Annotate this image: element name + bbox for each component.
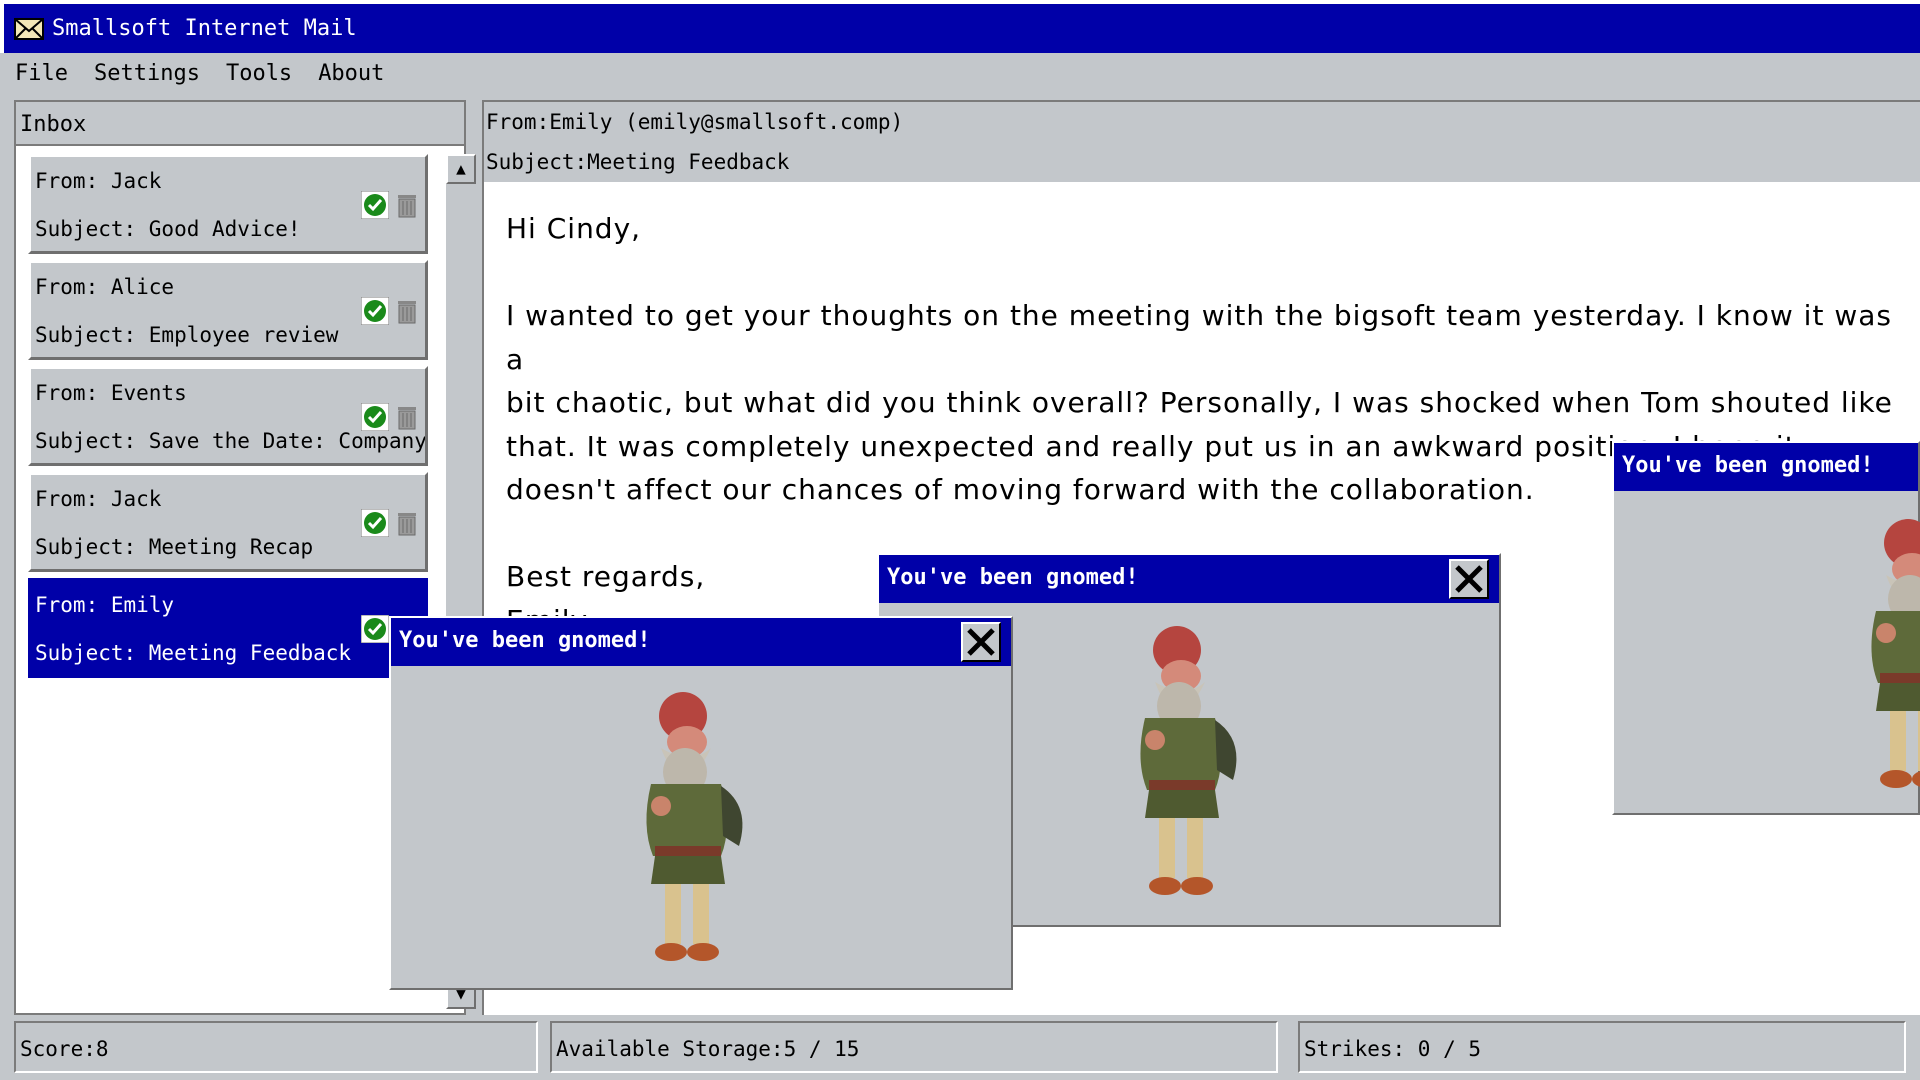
- trash-icon[interactable]: [393, 403, 421, 431]
- list-item[interactable]: From: Alice Subject: Employee review: [28, 260, 428, 360]
- menu-bar: File Settings Tools About: [0, 53, 1920, 93]
- message-greeting: Hi Cindy,: [506, 212, 642, 245]
- mail-subject: Subject: Save the Date: Company..: [35, 429, 425, 453]
- popup-title: You've been gnomed!: [879, 555, 1499, 603]
- scroll-up-icon[interactable]: ▲: [446, 154, 476, 184]
- title-bar: Smallsoft Internet Mail: [0, 0, 1920, 53]
- list-item-selected[interactable]: From: Emily Subject: Meeting Feedback: [28, 578, 428, 678]
- gnome-popup: You've been gnomed!: [1612, 441, 1920, 815]
- status-bar: Score:8 Available Storage:5 / 15 Strikes…: [0, 1015, 1920, 1080]
- gnome-image: [621, 686, 761, 976]
- mail-subject: Subject: Employee review: [35, 323, 339, 347]
- trash-icon[interactable]: [393, 297, 421, 325]
- inbox-header: Inbox: [16, 102, 464, 146]
- mail-subject: Subject: Good Advice!: [35, 217, 301, 241]
- score-display: Score:8: [14, 1021, 538, 1073]
- menu-about[interactable]: About: [318, 61, 384, 86]
- menu-settings[interactable]: Settings: [94, 61, 200, 86]
- mail-subject: Subject: Meeting Feedback: [35, 641, 352, 665]
- mail-subject: Subject: Meeting Recap: [35, 535, 314, 559]
- mail-list: From: Jack Subject: Good Advice! From: A…: [28, 154, 428, 684]
- menu-tools[interactable]: Tools: [226, 61, 292, 86]
- popup-title-text: You've been gnomed!: [399, 628, 651, 653]
- gnome-popup: You've been gnomed!: [389, 616, 1013, 990]
- popup-title: You've been gnomed!: [1614, 443, 1918, 491]
- menu-file[interactable]: File: [15, 61, 68, 86]
- storage-display: Available Storage:5 / 15: [550, 1021, 1278, 1073]
- gnome-image: [1846, 513, 1920, 803]
- message-from: From:Emily (emily@smallsoft.comp): [486, 110, 904, 134]
- check-icon[interactable]: [361, 191, 389, 219]
- list-item[interactable]: From: Events Subject: Save the Date: Com…: [28, 366, 428, 466]
- trash-icon[interactable]: [393, 191, 421, 219]
- popup-title-text: You've been gnomed!: [887, 565, 1139, 590]
- list-item[interactable]: From: Jack Subject: Meeting Recap: [28, 472, 428, 572]
- message-header: From:Emily (emily@smallsoft.comp) Subjec…: [484, 102, 1920, 182]
- check-icon[interactable]: [361, 403, 389, 431]
- envelope-icon: [14, 17, 44, 40]
- window-title: Smallsoft Internet Mail: [52, 16, 357, 41]
- list-item[interactable]: From: Jack Subject: Good Advice!: [28, 154, 428, 254]
- close-button[interactable]: [961, 622, 1001, 662]
- trash-icon[interactable]: [393, 509, 421, 537]
- close-icon: [967, 628, 995, 656]
- popup-title: You've been gnomed!: [391, 618, 1011, 666]
- gnome-image: [1115, 620, 1255, 910]
- check-icon[interactable]: [361, 297, 389, 325]
- message-subject: Subject:Meeting Feedback: [486, 150, 790, 174]
- strikes-display: Strikes: 0 / 5: [1298, 1021, 1906, 1073]
- close-icon: [1455, 565, 1483, 593]
- check-icon[interactable]: [361, 509, 389, 537]
- close-button[interactable]: [1449, 559, 1489, 599]
- check-icon[interactable]: [361, 615, 389, 643]
